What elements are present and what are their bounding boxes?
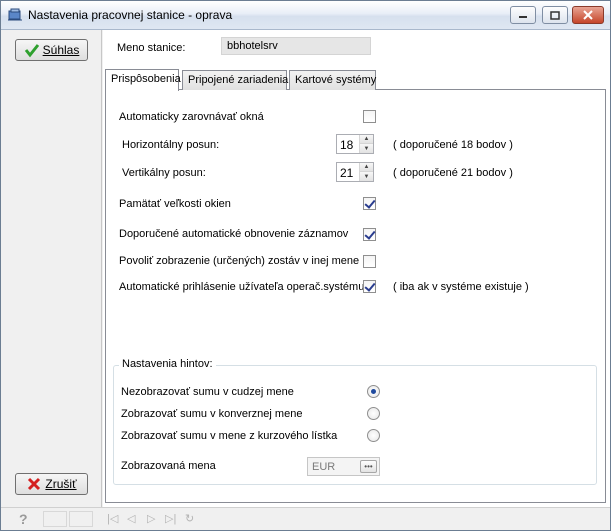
nav-last-icon[interactable]: ▷| [165,512,176,525]
hint-option-radio[interactable] [367,429,380,442]
auto-refresh-checkbox[interactable] [363,228,376,241]
station-name-value: bbhotelsrv [227,40,278,52]
auto-login-checkbox[interactable] [363,280,376,293]
maximize-button[interactable] [542,6,568,24]
status-panel [69,511,93,527]
tab-label: Prispôsobenia [111,73,181,85]
tab-connected-devices[interactable]: Pripojené zariadenia [182,70,289,90]
vertical-offset-label: Vertikálny posun: [122,167,206,179]
app-icon [8,8,22,21]
tab-label: Pripojené zariadenia [188,74,289,86]
auto-align-label: Automaticky zarovnávať okná [119,111,264,123]
tab-customizations[interactable]: Prispôsobenia [105,69,181,91]
spin-up-icon[interactable]: ▲ [360,163,373,172]
other-currency-checkbox[interactable] [363,255,376,268]
status-bar: ? |◁ ◁ ▷ ▷| ↻ [1,507,610,530]
ok-button[interactable]: Súhlas [15,39,88,61]
ellipsis-icon[interactable]: ••• [360,460,377,473]
cross-icon [28,477,41,491]
spin-down-icon[interactable]: ▼ [360,172,373,181]
cancel-button[interactable]: Zrušiť [15,473,88,495]
hints-group-title: Nastavenia hintov: [119,358,216,370]
remember-size-label: Pamätať veľkosti okien [119,198,231,210]
auto-refresh-label: Doporučené automatické obnovenie záznamo… [119,228,349,240]
station-name-field: bbhotelsrv [221,37,371,55]
spinner-arrows: ▲ ▼ [359,135,373,153]
maximize-icon [550,10,560,20]
refresh-icon[interactable]: ↻ [185,512,194,525]
hint-option-radio[interactable] [367,407,380,420]
auto-align-checkbox[interactable] [363,110,376,123]
nav-next-icon[interactable]: ▷ [147,512,155,525]
vertical-offset-hint: ( doporučené 21 bodov ) [393,167,513,179]
minimize-button[interactable] [510,6,536,24]
other-currency-label: Povoliť zobrazenie (určených) zostáv v i… [119,255,360,267]
hint-option-label: Zobrazovať sumu v konverznej mene [121,408,303,420]
hint-option-label: Nezobrazovať sumu v cudzej mene [121,386,294,398]
remember-size-checkbox[interactable] [363,197,376,210]
close-button[interactable] [572,6,604,24]
application-window: Nastavenia pracovnej stanice - oprava Sú… [0,0,611,531]
status-panel [43,511,67,527]
tab-label: Kartové systémy [295,74,377,86]
horizontal-offset-label: Horizontálny posun: [122,139,220,151]
nav-prev-icon[interactable]: ◁ [127,512,135,525]
tab-card-systems[interactable]: Kartové systémy [289,70,376,90]
currency-label: Zobrazovaná mena [121,460,216,472]
vertical-offset-value: 21 [340,166,354,180]
horizontal-offset-spinner[interactable]: 18 ▲ ▼ [336,134,374,154]
nav-first-icon[interactable]: |◁ [107,512,118,525]
station-name-label: Meno stanice: [117,42,186,54]
vertical-offset-spinner[interactable]: 21 ▲ ▼ [336,162,374,182]
horizontal-offset-hint: ( doporučené 18 bodov ) [393,139,513,151]
horizontal-offset-value: 18 [340,138,354,152]
auto-login-hint: ( iba ak v systéme existuje ) [393,281,529,293]
currency-field[interactable]: EUR ••• [307,457,380,476]
window-title: Nastavenia pracovnej stanice - oprava [28,8,233,22]
hint-option-radio[interactable] [367,385,380,398]
title-bar: Nastavenia pracovnej stanice - oprava [1,1,610,30]
help-icon[interactable]: ? [19,511,28,527]
checkmark-icon [24,44,39,58]
spin-up-icon[interactable]: ▲ [360,135,373,144]
action-panel: Súhlas Zrušiť [1,30,102,507]
cancel-button-label: Zrušiť [45,477,77,491]
spinner-arrows: ▲ ▼ [359,163,373,181]
close-icon [583,10,593,20]
hint-option-label: Zobrazovať sumu v mene z kurzového lístk… [121,430,338,442]
currency-value: EUR [312,461,336,473]
spin-down-icon[interactable]: ▼ [360,144,373,153]
minimize-icon [519,16,527,18]
auto-login-label: Automatické prihlásenie užívateľa operač… [119,281,365,293]
ok-button-label: Súhlas [42,43,80,57]
